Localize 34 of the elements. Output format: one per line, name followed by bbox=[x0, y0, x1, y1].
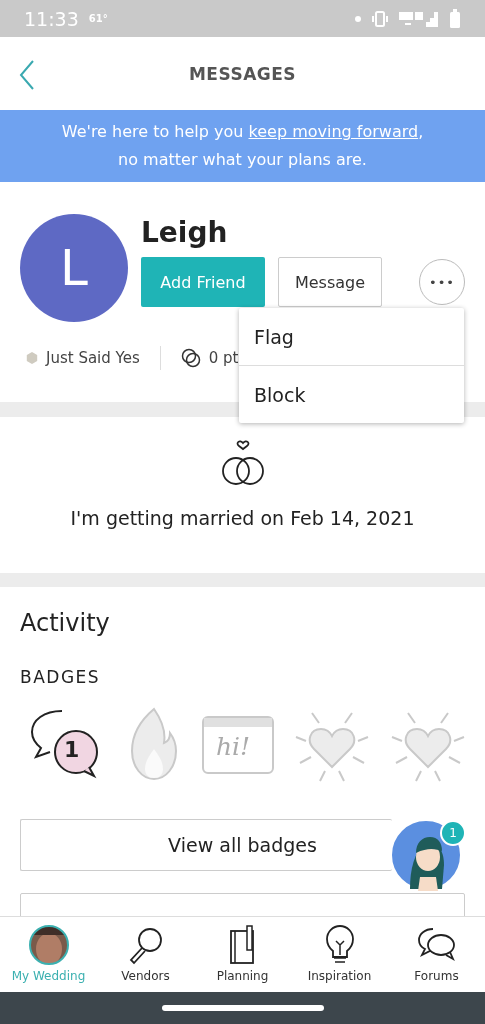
notification-badge: 1 bbox=[440, 820, 466, 846]
view-all-badges-button[interactable]: View all badges bbox=[20, 819, 392, 871]
wedding-status: Just Said Yes bbox=[46, 349, 140, 367]
nav-tab[interactable]: Forums bbox=[388, 917, 485, 992]
section-title: Activity bbox=[20, 609, 111, 637]
tab-label: Inspiration bbox=[307, 969, 372, 983]
battery-icon bbox=[449, 8, 461, 29]
tab-label: My Wedding bbox=[11, 969, 86, 983]
points: 0 pt bbox=[208, 349, 239, 367]
more-button[interactable]: ••• bbox=[419, 259, 465, 305]
wedding-date: I'm getting married on Feb 14, 2021 bbox=[70, 507, 415, 529]
assistant-avatar-icon[interactable] bbox=[390, 819, 462, 891]
rings-icon bbox=[180, 348, 201, 368]
vibrate-icon bbox=[371, 10, 389, 27]
user-name: Leigh bbox=[141, 216, 229, 249]
tab-label: Forums bbox=[414, 969, 459, 983]
nav-tab[interactable]: Planning bbox=[194, 917, 291, 992]
hexagon-icon bbox=[26, 352, 38, 364]
nav-tab[interactable]: Inspiration bbox=[291, 917, 388, 992]
tab-label: Planning bbox=[216, 969, 269, 983]
badge-text: hi! bbox=[216, 732, 251, 761]
badges-heading: BADGES bbox=[20, 667, 102, 687]
badge-count: 1 bbox=[64, 737, 80, 762]
menu-item[interactable]: Block bbox=[239, 366, 464, 423]
tab-label: Vendors bbox=[121, 969, 170, 983]
dot-icon bbox=[355, 15, 361, 22]
message-button[interactable]: Message bbox=[278, 257, 382, 307]
nav-tab[interactable]: Vendors bbox=[97, 917, 194, 992]
banner-message: We're here to help you keep moving forward, no matter what your plans are. bbox=[60, 121, 425, 171]
network-signal-icon bbox=[399, 9, 439, 28]
avatar: L bbox=[20, 214, 128, 322]
back-icon[interactable] bbox=[18, 59, 36, 91]
menu-item[interactable]: Flag bbox=[239, 308, 464, 366]
screen-title: MESSAGES bbox=[188, 63, 297, 84]
